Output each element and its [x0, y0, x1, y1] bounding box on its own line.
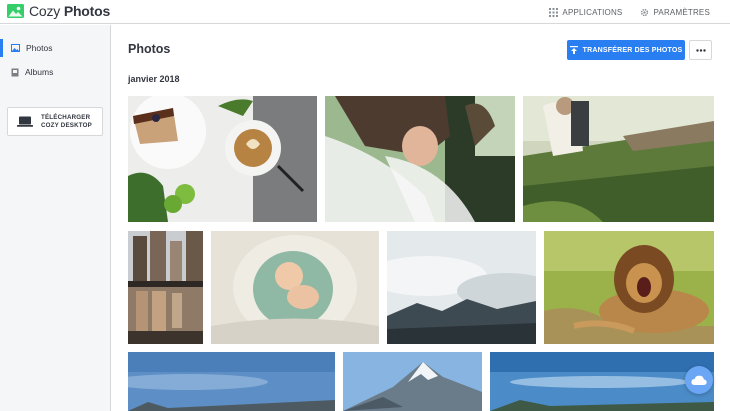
more-dots-icon	[695, 48, 706, 52]
photo-thumbnail[interactable]	[387, 231, 536, 344]
photos-app-icon	[7, 4, 24, 18]
photo-thumbnail[interactable]	[128, 96, 317, 222]
settings-menu[interactable]: PARAMÈTRES	[640, 8, 710, 17]
lion-roaring-image	[544, 231, 714, 344]
app-title: Cozy Photos	[29, 3, 111, 19]
sidebar-item-albums[interactable]: Albums	[0, 60, 110, 84]
lake-sky-image	[490, 352, 714, 411]
app-logo[interactable]: Cozy Photos	[7, 3, 110, 19]
sidebar-item-label: Albums	[25, 67, 54, 77]
photo-thumbnail[interactable]	[128, 352, 335, 411]
upload-photos-button[interactable]: TRANSFÉRER DES PHOTOS	[567, 40, 685, 60]
photo-thumbnail[interactable]	[523, 96, 714, 222]
coffee-and-cake-image	[128, 96, 317, 222]
page-title: Photos	[128, 42, 171, 56]
settings-label: PARAMÈTRES	[653, 7, 710, 17]
applications-label: APPLICATIONS	[562, 7, 623, 17]
photo-thumbnail[interactable]	[343, 352, 482, 411]
bride-veil-image	[325, 96, 515, 222]
sidebar-item-label: Photos	[26, 43, 53, 53]
photo-thumbnail[interactable]	[211, 231, 379, 344]
top-bar: Cozy Photos APPLICATIONS PARAMÈTRES	[0, 0, 730, 24]
gear-icon	[641, 8, 649, 16]
download-line-1: TÉLÉCHARGER	[41, 113, 91, 121]
sidebar: Photos Albums TÉLÉCHARGER COZY DESKTOP	[0, 25, 111, 411]
upload-label: TRANSFÉRER DES PHOTOS	[582, 46, 683, 54]
cloud-icon	[691, 375, 707, 385]
main-content: Photos TRANSFÉRER DES PHOTOS janvier 201…	[112, 25, 730, 411]
applications-menu[interactable]: APPLICATIONS	[549, 7, 623, 17]
download-desktop-button[interactable]: TÉLÉCHARGER COZY DESKTOP	[7, 107, 103, 136]
photo-thumbnail[interactable]	[128, 231, 203, 344]
city-reflection-image	[128, 231, 203, 344]
download-line-2: COZY DESKTOP	[41, 121, 92, 129]
more-options-button[interactable]	[689, 40, 712, 60]
albums-icon	[11, 68, 19, 76]
photo-thumbnail[interactable]	[325, 96, 515, 222]
upload-icon	[569, 46, 578, 54]
mountain-sky-image	[128, 352, 335, 411]
apps-grid-icon	[549, 7, 559, 17]
baby-blanket-image	[211, 231, 379, 344]
sync-status-button[interactable]	[685, 366, 713, 394]
couple-bench-image	[523, 96, 714, 222]
photo-thumbnail[interactable]	[544, 231, 714, 344]
sidebar-item-photos[interactable]: Photos	[0, 36, 110, 60]
snowy-peak-image	[343, 352, 482, 411]
photos-icon	[11, 44, 20, 52]
misty-mountain-image	[387, 231, 536, 344]
photo-thumbnail[interactable]	[490, 352, 714, 411]
section-date-heading: janvier 2018	[128, 74, 180, 84]
laptop-icon	[17, 116, 33, 127]
